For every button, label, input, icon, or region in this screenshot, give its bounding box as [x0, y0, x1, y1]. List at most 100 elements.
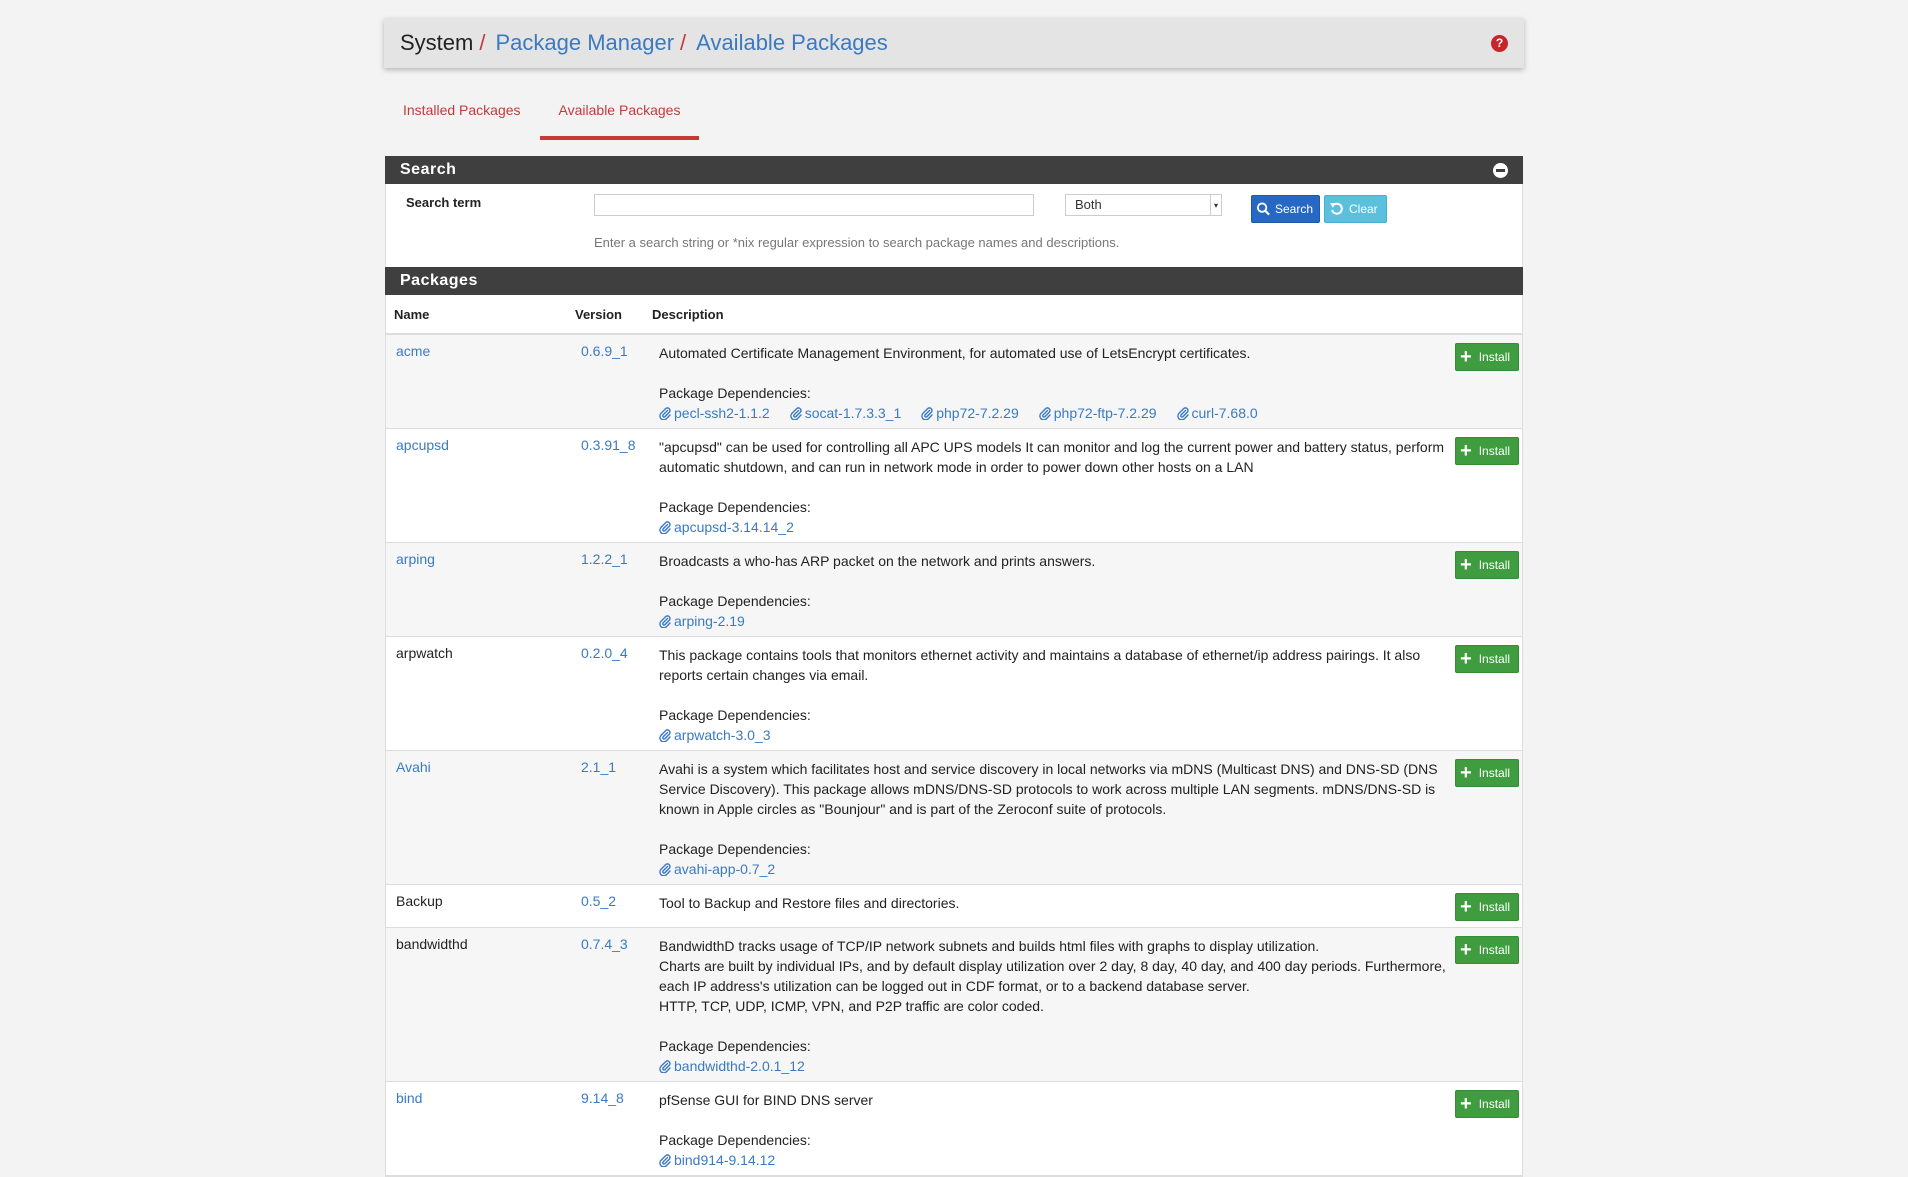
- description-text: Charts are built by individual IPs, and …: [659, 958, 1446, 994]
- plus-icon: +: [1460, 440, 1472, 462]
- package-name: arpwatch: [396, 645, 453, 661]
- package-version[interactable]: 0.3.91_8: [581, 437, 636, 453]
- install-button[interactable]: + Install: [1455, 1090, 1519, 1118]
- dependency-label: curl-7.68.0: [1191, 405, 1258, 421]
- dependency-link[interactable]: apcupsd-3.14.14_2: [659, 517, 794, 537]
- paperclip-icon: [1176, 406, 1192, 420]
- package-name[interactable]: apcupsd: [396, 437, 449, 453]
- plus-icon: +: [1460, 762, 1472, 784]
- package-name[interactable]: bind: [396, 1090, 422, 1106]
- breadcrumb-separator: /: [680, 30, 687, 55]
- install-button[interactable]: + Install: [1455, 645, 1519, 673]
- plus-icon: +: [1460, 648, 1472, 670]
- dependency-link[interactable]: avahi-app-0.7_2: [659, 859, 775, 879]
- table-row: arping 1.2.2_1 Broadcasts a who-has ARP pa…: [386, 543, 1522, 637]
- table-row: apcupsd 0.3.91_8 "apcupsd" can be used for…: [386, 429, 1522, 543]
- install-button[interactable]: + Install: [1455, 343, 1519, 371]
- chevron-down-icon: ▾: [1210, 195, 1221, 215]
- dependency-label: bind914-9.14.12: [674, 1152, 776, 1168]
- package-version[interactable]: 2.1_1: [581, 759, 616, 775]
- install-button[interactable]: + Install: [1455, 551, 1519, 579]
- dependency-link[interactable]: php72-ftp-7.2.29: [1038, 403, 1157, 423]
- table-row: Avahi 2.1_1 Avahi is a system which facili…: [386, 751, 1522, 885]
- install-button-label: Install: [1478, 350, 1511, 364]
- breadcrumb-system: System: [400, 30, 474, 55]
- search-button-label: Search: [1274, 202, 1313, 216]
- package-version[interactable]: 0.7.4_3: [581, 936, 628, 952]
- dependency-link[interactable]: curl-7.68.0: [1176, 403, 1258, 423]
- plus-icon: +: [1460, 896, 1472, 918]
- dependency-link[interactable]: pecl-ssh2-1.1.2: [659, 403, 770, 423]
- search-scope-select[interactable]: Both ▾: [1065, 194, 1222, 216]
- dependency-label: php72-7.2.29: [936, 405, 1019, 421]
- dependency-list: arping-2.19: [659, 611, 1449, 631]
- package-name[interactable]: Avahi: [396, 759, 431, 775]
- install-button-label: Install: [1478, 943, 1511, 957]
- packages-panel-title: Packages: [400, 272, 478, 289]
- dependency-label: socat-1.7.3.3_1: [804, 405, 902, 421]
- install-button[interactable]: + Install: [1455, 893, 1519, 921]
- package-name[interactable]: acme: [396, 343, 430, 359]
- dependency-list: bind914-9.14.12: [659, 1150, 1449, 1170]
- plus-icon: +: [1460, 939, 1472, 961]
- dependency-label: apcupsd-3.14.14_2: [674, 519, 794, 535]
- plus-icon: +: [1460, 554, 1472, 576]
- plus-icon: +: [1460, 346, 1472, 368]
- install-button[interactable]: + Install: [1455, 936, 1519, 964]
- dependencies-label: Package Dependencies:: [659, 499, 811, 515]
- dependency-label: pecl-ssh2-1.1.2: [674, 405, 770, 421]
- dependency-link[interactable]: php72-7.2.29: [921, 403, 1019, 423]
- dependency-label: arping-2.19: [674, 613, 745, 629]
- dependency-label: arpwatch-3.0_3: [674, 727, 771, 743]
- clear-button[interactable]: Clear: [1324, 195, 1387, 223]
- breadcrumb-package-manager[interactable]: Package Manager: [495, 30, 674, 56]
- search-button[interactable]: Search: [1251, 195, 1320, 223]
- collapse-icon[interactable]: [1493, 162, 1508, 178]
- dependencies-label: Package Dependencies:: [659, 385, 811, 401]
- package-description: BandwidthD tracks usage of TCP/IP networ…: [659, 936, 1449, 1076]
- install-button-label: Install: [1478, 900, 1511, 914]
- dependency-label: bandwidthd-2.0.1_12: [674, 1058, 805, 1074]
- paperclip-icon: [659, 1059, 674, 1073]
- dependencies-label: Package Dependencies:: [659, 593, 811, 609]
- dependency-link[interactable]: bind914-9.14.12: [659, 1150, 775, 1170]
- package-version[interactable]: 0.5_2: [581, 893, 616, 909]
- tab-bar: Installed Packages Available Packages: [384, 92, 700, 140]
- packages-table: Name Version Description acme 0.6.9_1 Auto…: [385, 295, 1523, 1177]
- description-text: "apcupsd" can be used for controlling al…: [659, 439, 1445, 475]
- package-version[interactable]: 9.14_8: [581, 1090, 624, 1106]
- dependency-link[interactable]: arping-2.19: [659, 611, 745, 631]
- package-version[interactable]: 1.2.2_1: [581, 551, 628, 567]
- tab-installed-packages[interactable]: Installed Packages: [384, 92, 540, 136]
- paperclip-icon: [659, 614, 674, 628]
- plus-icon: +: [1460, 1093, 1472, 1115]
- package-name[interactable]: arping: [396, 551, 435, 567]
- dependency-link[interactable]: socat-1.7.3.3_1: [789, 403, 902, 423]
- package-description: pfSense GUI for BIND DNS server Package D…: [659, 1090, 1449, 1170]
- package-name: Backup: [396, 893, 443, 909]
- install-button[interactable]: + Install: [1455, 437, 1519, 465]
- search-help-text: Enter a search string or *nix regular ex…: [594, 235, 1120, 250]
- description-text: Automated Certificate Management Environ…: [659, 345, 1251, 361]
- dependency-link[interactable]: bandwidthd-2.0.1_12: [659, 1056, 805, 1076]
- packages-panel: Packages Name Version Description acme 0.…: [385, 267, 1523, 1177]
- search-input[interactable]: [594, 194, 1034, 216]
- paperclip-icon: [921, 406, 936, 420]
- search-panel-title: Search: [400, 161, 457, 178]
- dependency-link[interactable]: arpwatch-3.0_3: [659, 725, 771, 745]
- install-button[interactable]: + Install: [1455, 759, 1519, 787]
- package-version[interactable]: 0.2.0_4: [581, 645, 628, 661]
- dependency-list: bandwidthd-2.0.1_12: [659, 1056, 1449, 1076]
- install-button-label: Install: [1478, 766, 1511, 780]
- package-description: This package contains tools that monitor…: [659, 645, 1449, 745]
- dependencies-label: Package Dependencies:: [659, 707, 811, 723]
- breadcrumb-separator: /: [479, 30, 486, 55]
- tab-available-packages[interactable]: Available Packages: [539, 92, 700, 140]
- help-icon[interactable]: ?: [1491, 34, 1508, 52]
- search-panel-header: Search: [385, 156, 1523, 184]
- package-description: "apcupsd" can be used for controlling al…: [659, 437, 1449, 537]
- undo-icon: [1330, 202, 1343, 215]
- breadcrumb-available-packages[interactable]: Available Packages: [696, 30, 888, 56]
- column-header-name: Name: [394, 306, 430, 322]
- package-version[interactable]: 0.6.9_1: [581, 343, 628, 359]
